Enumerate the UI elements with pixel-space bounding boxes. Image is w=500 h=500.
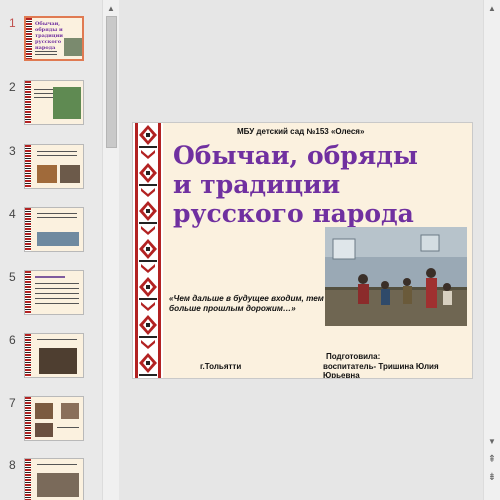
slide-scrollbar[interactable]: ▲ ▼ ⇞ ⇟: [483, 0, 500, 500]
thumbnail-slide-3[interactable]: 3: [0, 144, 102, 192]
thumbnail-preview[interactable]: Обычаи, обряды и традиции русского народ…: [24, 16, 84, 61]
thumbnail-preview[interactable]: [24, 458, 84, 500]
current-slide[interactable]: МБУ детский сад №153 «Олеся» Обычаи, обр…: [132, 122, 473, 379]
scrollbar-thumb[interactable]: [106, 16, 117, 148]
thumbnail-scrollbar[interactable]: ▲: [102, 0, 119, 500]
scroll-down-arrow-icon[interactable]: ▼: [484, 434, 500, 448]
thumbnail-number: 5: [9, 270, 16, 284]
thumbnail-slide-6[interactable]: 6: [0, 333, 102, 381]
prepared-by-name: воспитатель- Тришина Юлия Юрьевна: [323, 362, 439, 379]
thumbnail-preview[interactable]: [24, 270, 84, 315]
thumbnail-slide-7[interactable]: 7: [0, 396, 102, 444]
thumbnail-number: 8: [9, 458, 16, 472]
thumbnail-photo: [39, 348, 77, 374]
scroll-up-arrow-icon[interactable]: ▲: [484, 1, 500, 15]
thumbnail-number: 7: [9, 396, 16, 410]
thumbnail-slide-4[interactable]: 4: [0, 207, 102, 255]
thumbnail-photo: [61, 403, 79, 419]
thumbnail-number: 4: [9, 207, 16, 221]
thumbnail-preview[interactable]: [24, 144, 84, 189]
thumbnail-number: 3: [9, 144, 16, 158]
slide-editor-area: МБУ детский сад №153 «Олеся» Обычаи, обр…: [120, 0, 483, 500]
thumbnail-preview[interactable]: [24, 396, 84, 441]
thumbnail-preview[interactable]: [24, 80, 84, 125]
thumbnail-slide-8[interactable]: 8: [0, 458, 102, 500]
thumbnail-photo: [37, 232, 79, 246]
thumbnail-photo: [35, 423, 53, 437]
previous-slide-icon[interactable]: ⇞: [484, 452, 500, 466]
thumbnail-preview[interactable]: [24, 207, 84, 252]
thumbnail-photo: [60, 165, 80, 183]
prepared-by-label: Подготовила:: [326, 352, 381, 361]
kindergarten-header: МБУ детский сад №153 «Олеся»: [237, 127, 365, 136]
next-slide-icon[interactable]: ⇟: [484, 470, 500, 484]
thumbnail-number: 1: [9, 16, 16, 30]
slide-city: г.Тольятти: [200, 362, 242, 371]
thumbnail-slide-2[interactable]: 2: [0, 80, 102, 128]
thumbnail-photo: [35, 403, 53, 419]
thumbnail-preview[interactable]: [24, 333, 84, 378]
slide-title: Обычаи, обряды и традиции русского народ…: [173, 141, 418, 228]
thumbnail-photo: [37, 165, 57, 183]
thumbnail-number: 6: [9, 333, 16, 347]
thumbnail-photo: [53, 87, 81, 119]
thumbnail-slide-1[interactable]: 1 Обычаи, обряды и традиции русского нар…: [0, 16, 102, 64]
slide-thumbnail-pane: 1 Обычаи, обряды и традиции русского нар…: [0, 0, 102, 500]
slide-quote: «Чем дальше в будущее входим, тем больше…: [169, 294, 324, 313]
thumbnail-title: Обычаи, обряды и традиции русского народ…: [35, 21, 63, 51]
thumbnail-photo: [37, 473, 79, 497]
scroll-up-arrow-icon[interactable]: ▲: [103, 1, 119, 15]
presentation-app: 1 Обычаи, обряды и традиции русского нар…: [0, 0, 500, 500]
thumbnail-number: 2: [9, 80, 16, 94]
folk-interior-photo: [325, 227, 467, 326]
ornament-border: [133, 123, 163, 378]
thumbnail-photo: [64, 38, 82, 56]
thumbnail-slide-5[interactable]: 5: [0, 270, 102, 318]
